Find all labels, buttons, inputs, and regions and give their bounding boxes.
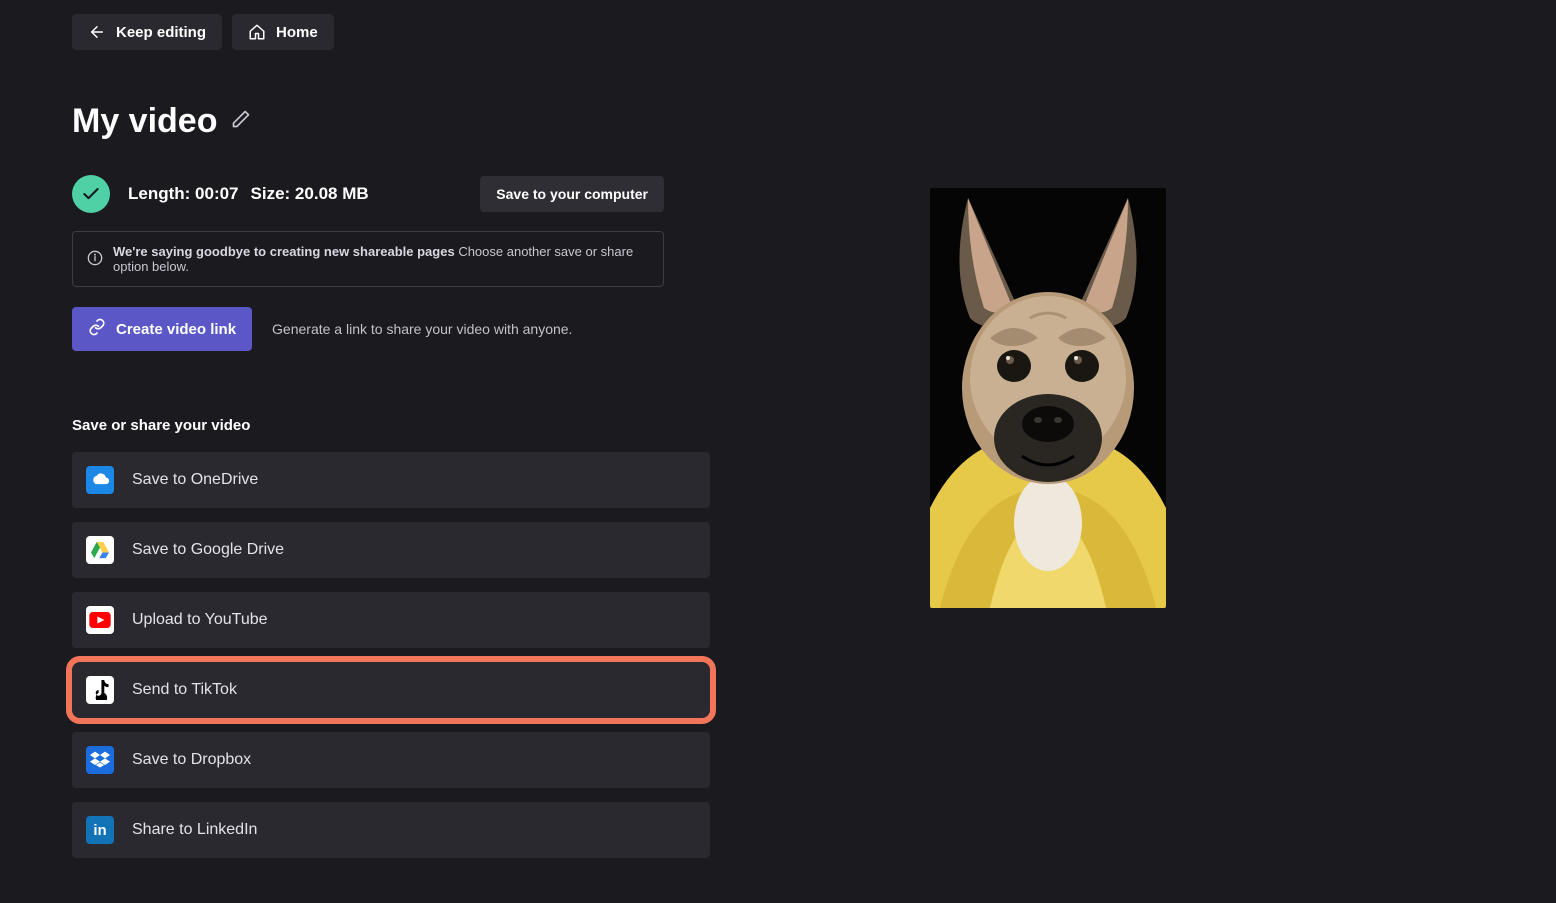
share-option-dropbox[interactable]: Save to Dropbox — [72, 732, 710, 788]
status-success-icon — [72, 175, 110, 213]
share-option-onedrive[interactable]: Save to OneDrive — [72, 452, 710, 508]
create-video-link-button[interactable]: Create video link — [72, 307, 252, 351]
video-info: Length: 00:07 Size: 20.08 MB — [128, 184, 369, 204]
home-icon — [248, 23, 266, 41]
share-options-list: Save to OneDrive Save to Google Drive Uplo… — [72, 452, 710, 858]
linkedin-icon: in — [86, 816, 114, 844]
share-section-heading: Save or share your video — [72, 417, 760, 434]
onedrive-icon — [86, 466, 114, 494]
link-icon — [88, 318, 106, 340]
video-preview-thumbnail[interactable] — [930, 188, 1166, 608]
google-drive-icon — [86, 536, 114, 564]
youtube-icon — [86, 606, 114, 634]
pencil-icon[interactable] — [231, 109, 251, 134]
tiktok-icon — [86, 676, 114, 704]
keep-editing-label: Keep editing — [116, 24, 206, 41]
share-option-label: Upload to YouTube — [132, 611, 268, 629]
share-option-linkedin[interactable]: in Share to LinkedIn — [72, 802, 710, 858]
home-label: Home — [276, 24, 318, 41]
share-option-label: Save to Google Drive — [132, 541, 284, 559]
notice-bold: We're saying goodbye to creating new sha… — [113, 244, 455, 259]
share-option-label: Save to OneDrive — [132, 471, 258, 489]
arrow-left-icon — [88, 23, 106, 41]
share-option-tiktok[interactable]: Send to TikTok — [72, 662, 710, 718]
share-option-label: Save to Dropbox — [132, 751, 251, 769]
header-buttons: Keep editing Home — [72, 14, 760, 50]
save-to-computer-button[interactable]: Save to your computer — [480, 176, 664, 212]
page-title: My video — [72, 102, 217, 141]
video-size: Size: 20.08 MB — [251, 184, 369, 203]
info-icon — [87, 250, 103, 269]
share-option-label: Share to LinkedIn — [132, 821, 257, 839]
keep-editing-button[interactable]: Keep editing — [72, 14, 222, 50]
share-option-label: Send to TikTok — [132, 681, 237, 699]
share-option-youtube[interactable]: Upload to YouTube — [72, 592, 710, 648]
dropbox-icon — [86, 746, 114, 774]
create-link-description: Generate a link to share your video with… — [272, 321, 572, 337]
video-length: Length: 00:07 — [128, 184, 239, 203]
create-link-label: Create video link — [116, 321, 236, 338]
share-option-googledrive[interactable]: Save to Google Drive — [72, 522, 710, 578]
deprecation-notice: We're saying goodbye to creating new sha… — [72, 231, 664, 287]
home-button[interactable]: Home — [232, 14, 334, 50]
